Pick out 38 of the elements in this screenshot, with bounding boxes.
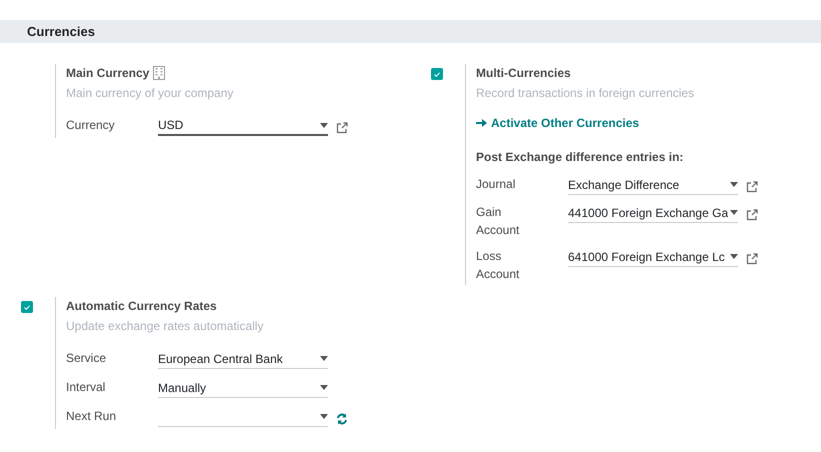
check-icon <box>434 72 440 76</box>
section-title: Currencies <box>27 24 95 39</box>
external-link-icon <box>746 253 758 265</box>
setting-description: Update exchange rates automatically <box>66 318 264 335</box>
subheading: Post Exchange difference entries in: <box>476 149 684 166</box>
field-label: Currency <box>66 117 116 134</box>
field-label: Gain Account <box>476 204 520 239</box>
field-label: Loss Account <box>476 248 520 283</box>
caret-icon <box>730 182 738 187</box>
setting-title: Main Currency <box>66 65 150 82</box>
field-label: Service <box>66 350 108 367</box>
field-label: Interval <box>66 379 106 396</box>
external-link-icon <box>746 209 758 221</box>
refresh-button[interactable] <box>336 413 348 425</box>
caret-icon <box>730 210 738 215</box>
external-link-icon <box>336 122 348 134</box>
setting-description: Record transactions in foreign currencies <box>476 85 696 102</box>
activate-link[interactable]: Activate Other Currencies <box>476 114 640 132</box>
arrow-right-icon <box>476 118 487 128</box>
field-label: Journal <box>476 176 516 193</box>
field-label: Next Run <box>66 408 118 425</box>
external-link-icon <box>746 181 758 193</box>
external-link-button[interactable] <box>746 253 758 265</box>
caret-icon <box>320 356 328 361</box>
external-link-button[interactable] <box>336 122 348 134</box>
setting-title: Multi-Currencies <box>476 65 571 82</box>
checkbox[interactable] <box>430 68 442 80</box>
checkbox[interactable] <box>20 301 32 313</box>
setting-title: Automatic Currency Rates <box>66 298 217 315</box>
setting-description: Main currency of your company <box>66 85 234 102</box>
caret-icon <box>730 254 738 259</box>
check-icon <box>24 304 30 310</box>
external-link-button[interactable] <box>746 181 758 193</box>
caret-icon <box>320 122 328 128</box>
refresh-icon <box>336 413 348 425</box>
caret-icon <box>320 414 328 419</box>
external-link-button[interactable] <box>746 209 758 221</box>
caret-icon <box>320 385 328 390</box>
